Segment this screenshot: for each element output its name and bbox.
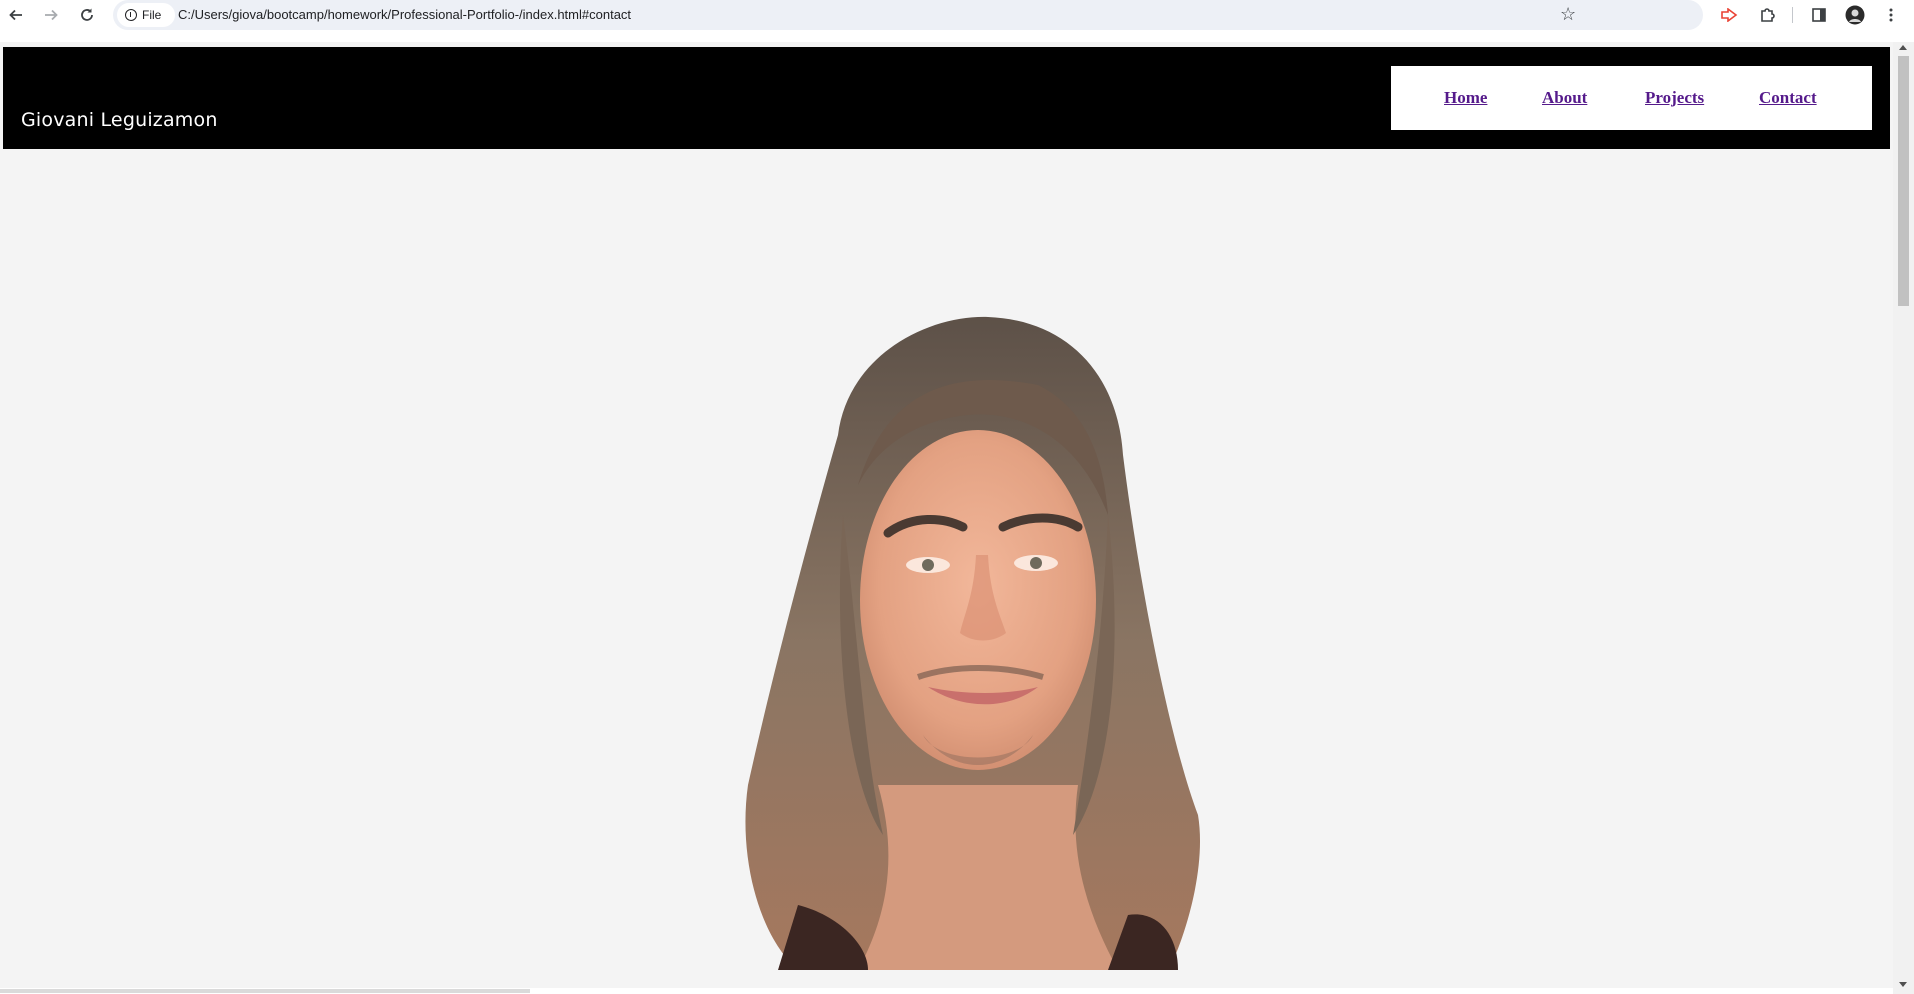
scroll-down-icon[interactable]	[1899, 982, 1907, 987]
portrait-photo	[745, 316, 1201, 970]
address-bar[interactable]: File C:/Users/giova/bootcamp/homework/Pr…	[113, 0, 1703, 30]
back-icon[interactable]	[4, 3, 28, 27]
extension-red-icon[interactable]	[1718, 4, 1740, 26]
nav-link-home[interactable]: Home	[1444, 88, 1487, 108]
toolbar-divider	[1792, 7, 1793, 23]
url-text[interactable]: C:/Users/giova/bootcamp/homework/Profess…	[178, 7, 631, 22]
horizontal-scrollbar-thumb[interactable]	[0, 989, 530, 993]
site-info-label: File	[142, 8, 162, 22]
vertical-scrollbar[interactable]	[1893, 42, 1914, 994]
site-info-chip[interactable]: File	[117, 3, 175, 27]
nav-link-about[interactable]: About	[1542, 88, 1587, 108]
forward-icon[interactable]	[39, 3, 63, 27]
nav-link-contact[interactable]: Contact	[1759, 88, 1817, 108]
horizontal-scrollbar[interactable]	[0, 988, 1893, 994]
info-icon	[125, 9, 137, 21]
menu-kebab-icon[interactable]	[1880, 4, 1902, 26]
nav-link-projects[interactable]: Projects	[1645, 88, 1704, 108]
extensions-puzzle-icon[interactable]	[1756, 4, 1778, 26]
bookmark-star-icon[interactable]: ☆	[1560, 4, 1576, 25]
profile-avatar-icon[interactable]	[1844, 4, 1866, 26]
browser-toolbar: File C:/Users/giova/bootcamp/homework/Pr…	[0, 0, 1914, 30]
site-header: Giovani Leguizamon Home About Projects C…	[3, 47, 1890, 149]
page-viewport: Giovani Leguizamon Home About Projects C…	[0, 42, 1893, 994]
site-title: Giovani Leguizamon	[21, 109, 218, 131]
scroll-up-icon[interactable]	[1899, 45, 1907, 50]
side-panel-icon[interactable]	[1808, 4, 1830, 26]
scrollbar-thumb[interactable]	[1898, 56, 1909, 306]
reload-icon[interactable]	[75, 3, 99, 27]
site-nav: Home About Projects Contact	[1391, 66, 1872, 130]
